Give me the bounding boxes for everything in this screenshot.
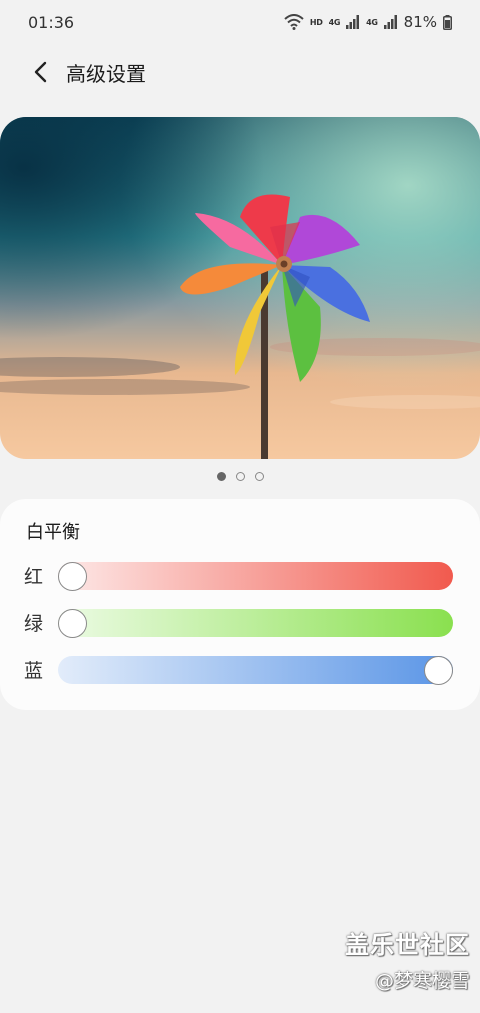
network-type-2: 4G	[366, 17, 378, 27]
watermark-user: @梦寒樱雪	[374, 970, 470, 992]
network-type-1: 4G	[328, 17, 341, 27]
green-slider-thumb[interactable]	[57, 609, 87, 638]
red-slider-track[interactable]	[58, 562, 453, 590]
white-balance-card: 白平衡 红 绿 蓝	[0, 499, 480, 710]
battery-icon	[443, 14, 452, 30]
green-slider-row: 绿	[0, 607, 480, 639]
pinwheel-photo	[0, 117, 480, 459]
signal-icon-2	[383, 15, 397, 29]
watermark-brand: 盖乐世社区	[345, 931, 470, 959]
pager-dot-2[interactable]	[235, 471, 245, 481]
signal-icon-1	[346, 15, 360, 29]
chevron-left-icon	[34, 61, 47, 83]
white-balance-title: 白平衡	[26, 522, 80, 543]
red-slider-row: 红	[0, 560, 480, 592]
watermark: 盖乐世社区 @梦寒樱雪	[345, 925, 470, 993]
battery-percent: 81%	[403, 13, 437, 31]
page-title: 高级设置	[66, 61, 146, 86]
preview-image[interactable]	[0, 117, 480, 459]
red-slider-thumb[interactable]	[57, 562, 87, 591]
status-time: 01:36	[28, 12, 75, 32]
status-bar: 01:36 HD 4G 4G 81%	[0, 0, 480, 44]
blue-label: 蓝	[24, 660, 44, 682]
pager-dot-3[interactable]	[254, 471, 264, 481]
red-label: 红	[24, 566, 44, 588]
status-icons: HD 4G 4G 81%	[284, 13, 452, 31]
hd-label: HD	[309, 17, 323, 27]
pager-dot-1[interactable]	[216, 471, 226, 481]
image-pager	[0, 470, 480, 482]
green-slider-track[interactable]	[58, 609, 453, 637]
app-header: 高级设置	[0, 48, 480, 96]
green-label: 绿	[24, 613, 44, 635]
blue-slider-row: 蓝	[0, 654, 480, 686]
back-button[interactable]	[16, 48, 64, 96]
blue-slider-thumb[interactable]	[423, 656, 453, 685]
blue-slider-track[interactable]	[58, 656, 453, 684]
wifi-icon	[284, 14, 304, 30]
